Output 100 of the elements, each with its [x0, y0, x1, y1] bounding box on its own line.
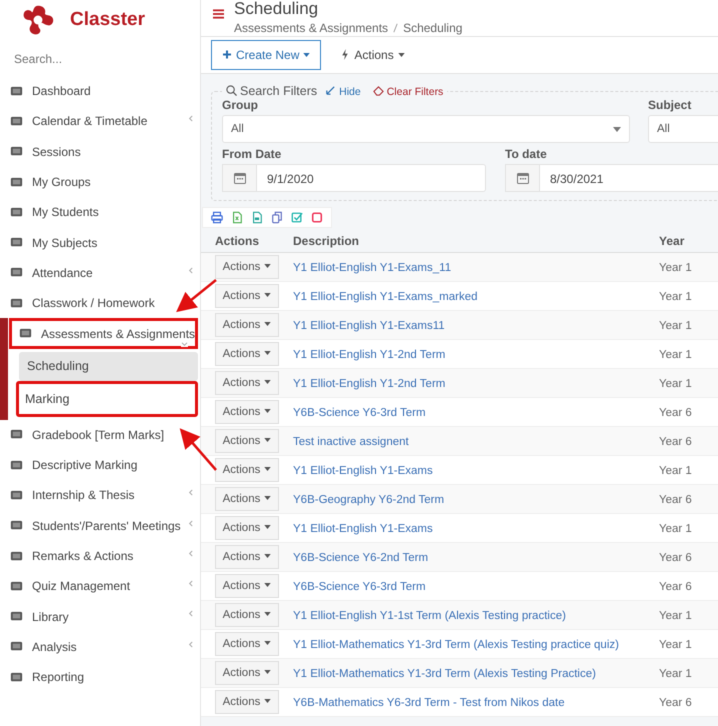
breadcrumb-item: Scheduling	[403, 21, 462, 35]
dropdown-field[interactable]: All	[222, 115, 630, 143]
calendar-button[interactable]	[222, 164, 257, 192]
description-link[interactable]: Y1 Elliot-English Y1-Exams_11	[293, 262, 452, 274]
table-cell: Year 1	[659, 320, 692, 332]
row-actions-button[interactable]: Actions	[215, 487, 279, 511]
row-actions-button[interactable]: Actions	[215, 400, 279, 424]
sidebar-item[interactable]: Internship & Thesis	[0, 480, 200, 511]
csv-file-icon[interactable]	[251, 211, 263, 224]
excel-file-icon[interactable]	[231, 211, 243, 224]
description-link[interactable]: Y1 Elliot-English Y1-Exams	[293, 465, 433, 477]
table-cell: Year 6	[659, 697, 692, 709]
table-cell: Year 1	[659, 610, 692, 622]
description-link[interactable]: Y1 Elliot-English Y1-2nd Term	[293, 378, 446, 390]
description-link[interactable]: Y6B-Science Y6-3rd Term	[293, 581, 426, 593]
column-header[interactable]: Actions	[201, 234, 281, 248]
chevron-icon	[188, 115, 193, 122]
chevron-icon	[188, 640, 193, 648]
caret-icon	[264, 322, 272, 326]
caret-icon	[264, 554, 272, 558]
description-link[interactable]: Y6B-Geography Y6-2nd Term	[293, 494, 444, 506]
clear-filters-link[interactable]: Clear Filters	[386, 86, 444, 98]
row-actions-button[interactable]: Actions	[215, 371, 279, 395]
chevron-icon	[188, 610, 193, 618]
collapse-icon	[325, 85, 336, 96]
sidebar-item[interactable]: Gradebook [Term Marks]	[0, 420, 200, 450]
description-link[interactable]: Y6B-Science Y6-2nd Term	[293, 552, 428, 564]
row-actions-button[interactable]: Actions	[215, 574, 279, 598]
stop-icon[interactable]	[311, 211, 323, 224]
description-link[interactable]: Y6B-Mathematics Y6-3rd Term - Test from Nikos date	[293, 697, 565, 709]
row-actions-button[interactable]: Actions	[215, 313, 279, 337]
description-link[interactable]: Test inactive assignent	[293, 436, 409, 448]
row-actions-button[interactable]: Actions	[215, 603, 279, 627]
date-field[interactable]: 9/1/2020	[257, 164, 486, 192]
copy-icon[interactable]	[271, 211, 283, 224]
caret-icon	[264, 612, 272, 616]
chevron-icon	[188, 550, 193, 557]
bolt-icon	[340, 49, 350, 60]
create-new-button[interactable]: Create New	[211, 40, 322, 70]
description-link[interactable]: Y1 Elliot-Mathematics Y1-3rd Term (Alexis Testing Practice)	[293, 668, 596, 680]
sidebar-item[interactable]: Remarks & Actions	[0, 540, 200, 572]
sidebar-item[interactable]: Classwork / Homework	[0, 288, 200, 318]
sidebar-item[interactable]: Analysis	[0, 632, 200, 662]
sidebar-item[interactable]: My Groups	[0, 166, 200, 198]
table-cell: Year 6	[659, 436, 692, 448]
sidebar-item[interactable]: Attendance	[0, 258, 200, 288]
submenu-item[interactable]: Scheduling	[19, 352, 198, 381]
menu-icon[interactable]	[213, 9, 224, 19]
column-header[interactable]: Year	[647, 234, 718, 248]
column-header[interactable]: Description	[281, 234, 647, 248]
sidebar-item[interactable]: Students'/Parents' Meetings	[0, 510, 200, 541]
sidebar-item[interactable]: Quiz Management	[0, 571, 200, 602]
description-link[interactable]: Y1 Elliot-English Y1-Exams	[293, 523, 433, 535]
checkbox-icon[interactable]	[291, 211, 303, 224]
table-cell: Year 1	[659, 523, 692, 535]
table-cell: Year 1	[659, 291, 692, 303]
description-link[interactable]: Y1 Elliot-English Y1-Exams11	[293, 320, 445, 332]
row-actions-button[interactable]: Actions	[215, 545, 279, 569]
table-cell: Year 6	[659, 581, 692, 593]
row-actions-button[interactable]: Actions	[215, 690, 279, 714]
row-actions-button[interactable]: Actions	[215, 342, 279, 366]
sidebar-item[interactable]: My Students	[0, 197, 200, 228]
sidebar-item[interactable]: Dashboard	[0, 76, 200, 106]
sidebar-item[interactable]: Descriptive Marking	[0, 450, 200, 480]
table-cell: Year 6	[659, 494, 692, 506]
description-link[interactable]: Y1 Elliot-Mathematics Y1-3rd Term (Alexis Testing practice quiz)	[293, 639, 619, 651]
date-field[interactable]: 8/30/2021	[540, 164, 718, 192]
sidebar-item[interactable]: Library	[0, 601, 200, 632]
caret-icon	[264, 467, 272, 471]
search-filters-title: Search Filters	[240, 84, 318, 98]
caret-icon	[264, 641, 272, 645]
row-actions-button[interactable]: Actions	[215, 255, 279, 279]
field-label: To date	[505, 147, 548, 161]
description-link[interactable]: Y1 Elliot-English Y1-2nd Term	[293, 349, 446, 361]
row-actions-button[interactable]: Actions	[215, 429, 279, 453]
row-actions-button[interactable]: Actions	[215, 458, 279, 482]
description-link[interactable]: Y6B-Science Y6-3rd Term	[293, 407, 426, 419]
submenu-item[interactable]: Marking	[16, 380, 198, 417]
print-icon[interactable]	[211, 211, 223, 224]
search-field[interactable]: Search...	[14, 48, 184, 70]
description-link[interactable]: Y1 Elliot-English Y1-1st Term (Alexis Testing practice)	[293, 610, 566, 622]
field-label: From Date	[222, 147, 282, 161]
row-actions-button[interactable]: Actions	[215, 516, 279, 540]
row-actions-button[interactable]: Actions	[215, 632, 279, 656]
sidebar-item[interactable]: Reporting	[0, 662, 200, 692]
row-actions-button[interactable]: Actions	[215, 284, 279, 308]
sidebar-item[interactable]: My Subjects	[0, 227, 200, 258]
logo-text: Classter	[70, 9, 145, 31]
sidebar-item[interactable]: Sessions	[0, 136, 200, 167]
row-actions-button[interactable]: Actions	[215, 661, 279, 685]
sidebar-item[interactable]: Assessments & Assignments	[9, 318, 198, 349]
dropdown-field[interactable]: All	[648, 115, 718, 143]
caret-icon	[303, 53, 310, 57]
calendar-button[interactable]	[505, 164, 540, 192]
sidebar-item[interactable]: Calendar & Timetable	[0, 106, 200, 137]
breadcrumb-item[interactable]: Assessments & Assignments	[234, 21, 388, 35]
eraser-icon	[372, 85, 384, 96]
description-link[interactable]: Y1 Elliot-English Y1-Exams_marked	[293, 291, 478, 303]
table-cell: Year 1	[659, 465, 692, 477]
hide-link[interactable]: Hide	[339, 86, 361, 98]
